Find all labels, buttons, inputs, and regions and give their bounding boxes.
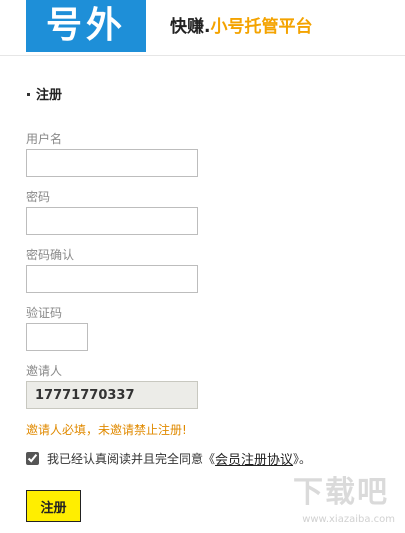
bullet-icon xyxy=(27,92,30,96)
form-title-text: 注册 xyxy=(36,88,63,103)
username-label: 用户名 xyxy=(26,132,63,146)
site-logo[interactable]: 号外 xyxy=(26,0,146,52)
username-input[interactable] xyxy=(26,149,198,177)
captcha-label: 验证码 xyxy=(26,306,63,320)
password-input[interactable] xyxy=(26,207,198,235)
agreement-checkbox[interactable] xyxy=(26,451,39,465)
captcha-input[interactable] xyxy=(26,323,88,351)
agreement-row[interactable]: 我已经认真阅读并且完全同意《 会员注册协议 》。 xyxy=(26,449,312,468)
watermark: 下载吧 www.xiazaiba.com xyxy=(269,467,399,527)
password-confirm-input[interactable] xyxy=(26,265,198,293)
watermark-logo: 下载吧 xyxy=(293,475,389,510)
inviter-warning: 邀请人必填，未邀请禁止注册! xyxy=(26,423,187,437)
inviter-label: 邀请人 xyxy=(26,364,63,378)
slogan-prefix: 快赚. xyxy=(170,17,211,37)
inviter-input[interactable] xyxy=(26,381,198,409)
watermark-url: www.xiazaiba.com xyxy=(302,514,395,525)
password-label: 密码 xyxy=(26,190,51,204)
slogan-highlight: 小号托管平台 xyxy=(210,17,313,37)
agreement-suffix: 》。 xyxy=(293,451,312,466)
logo-text: 号外 xyxy=(45,5,126,46)
site-slogan: 快赚.小号托管平台 xyxy=(170,14,312,40)
password-confirm-label: 密码确认 xyxy=(26,248,75,262)
page-header: 号外 快赚.小号托管平台 xyxy=(0,0,405,56)
agreement-link[interactable]: 会员注册协议 xyxy=(215,449,293,468)
register-button[interactable]: 注册 xyxy=(26,490,81,522)
form-title: 注册 xyxy=(27,84,62,103)
agreement-text: 我已经认真阅读并且完全同意《 xyxy=(47,451,216,466)
